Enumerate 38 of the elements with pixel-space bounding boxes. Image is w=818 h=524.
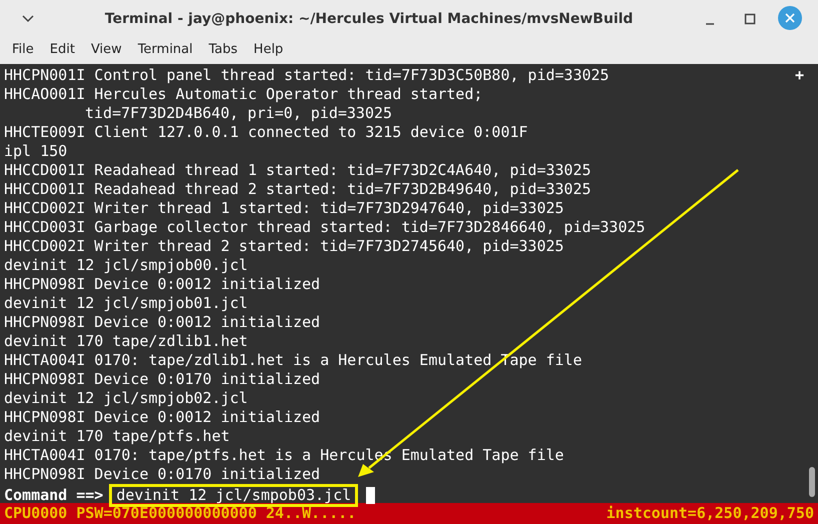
menu-item[interactable]: Terminal <box>130 40 201 60</box>
output-line: HHCPN098I Device 0:0012 initialized <box>4 313 320 332</box>
command-input[interactable]: devinit 12 jcl/smpob03.jcl <box>109 484 358 507</box>
menu-item[interactable]: Help <box>246 40 292 60</box>
output-line: devinit 12 jcl/smpjob00.jcl <box>4 256 248 275</box>
output-line: ipl 150 <box>4 142 68 161</box>
close-button[interactable] <box>778 6 802 30</box>
text-cursor <box>366 487 376 504</box>
menu-item[interactable]: Edit <box>42 40 83 60</box>
output-line: HHCPN098I Device 0:0170 initialized <box>4 465 320 484</box>
output-line: devinit 12 jcl/smpjob01.jcl <box>4 294 248 313</box>
scrollbar-thumb[interactable] <box>809 467 815 497</box>
output-line: HHCPN098I Device 0:0012 initialized <box>4 408 320 427</box>
output-line: devinit 12 jcl/smpjob02.jcl <box>4 389 248 408</box>
output-line: HHCCD002I Writer thread 2 started: tid=7F73D2745640, pid=33025 <box>4 237 564 256</box>
menu-item[interactable]: File <box>4 40 42 60</box>
chevron-down-icon <box>22 14 34 23</box>
output-line: HHCCD001I Readahead thread 2 started: tid=7F73D2B49640, pid=33025 <box>4 180 591 199</box>
plus-mark: + <box>794 66 804 85</box>
output-line: devinit 170 tape/zdlib1.het <box>4 332 248 351</box>
output-line: HHCCD002I Writer thread 1 started: tid=7F73D2947640, pid=33025 <box>4 199 564 218</box>
output-line: devinit 170 tape/ptfs.het <box>4 427 230 446</box>
close-icon <box>785 13 795 23</box>
output-line: tid=7F73D2D4B640, pri=0, pid=33025 <box>85 104 392 123</box>
command-prompt: Command ==> <box>4 486 104 505</box>
output-line: HHCTE009I Client 127.0.0.1 connected to 3215 device 0:001F <box>4 123 528 142</box>
output-line: HHCPN098I Device 0:0170 initialized <box>4 370 320 389</box>
menu-item[interactable]: Tabs <box>200 40 246 60</box>
status-right: instcount=6,250,209,750 <box>606 503 814 524</box>
minimize-icon <box>705 22 715 25</box>
window-title: Terminal - jay@phoenix: ~/Hercules Virtual Machines/mvsNewBuild <box>104 11 634 27</box>
output-line: HHCCD003I Garbage collector thread started: tid=7F73D2846640, pid=33025 <box>4 218 646 237</box>
maximize-icon <box>744 12 756 25</box>
output-line: HHCCD001I Readahead thread 1 started: tid=7F73D2C4A640, pid=33025 <box>4 161 591 180</box>
output-line: HHCPN001I Control panel thread started: tid=7F73D3C50B80, pid=33025 <box>4 66 610 85</box>
output-line: HHCAO001I Hercules Automatic Operator thread started; <box>4 85 483 104</box>
output-line: HHCPN098I Device 0:0012 initialized <box>4 275 320 294</box>
menu-item[interactable]: View <box>82 40 130 60</box>
